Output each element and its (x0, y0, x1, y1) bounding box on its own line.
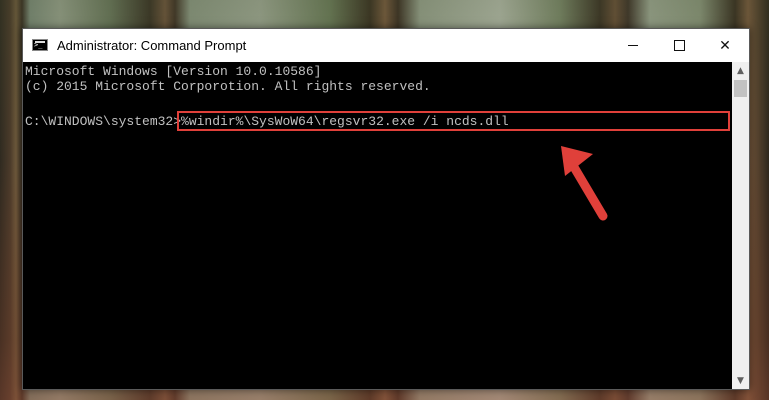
scroll-down-icon[interactable]: ▼ (732, 372, 749, 389)
minimize-button[interactable] (610, 29, 656, 62)
maximize-icon (673, 40, 685, 51)
scroll-up-icon[interactable]: ▲ (732, 62, 749, 79)
console-line-copyright: (c) 2015 Microsoft Corporotion. All righ… (25, 79, 431, 94)
minimize-icon (628, 45, 638, 46)
cmd-app-icon (32, 39, 48, 51)
scroll-thumb[interactable] (734, 80, 747, 97)
window-title: Administrator: Command Prompt (57, 38, 247, 53)
command-highlight-box (177, 111, 730, 131)
close-button[interactable]: ✕ (702, 29, 748, 62)
console-prompt: C:\WINDOWS\system32> (25, 114, 182, 129)
vertical-scrollbar[interactable]: ▲ ▼ (732, 62, 749, 389)
console-line-version: Microsoft Windows [Version 10.0.10586] (25, 64, 322, 79)
close-icon: ✕ (719, 37, 731, 54)
command-prompt-window[interactable]: Administrator: Command Prompt ✕ Microsof… (22, 28, 750, 390)
red-arrow-annotation (561, 146, 608, 221)
title-bar[interactable]: Administrator: Command Prompt ✕ (23, 29, 749, 62)
console-output[interactable]: Microsoft Windows [Version 10.0.10586] (… (23, 62, 732, 389)
maximize-button[interactable] (656, 29, 702, 62)
